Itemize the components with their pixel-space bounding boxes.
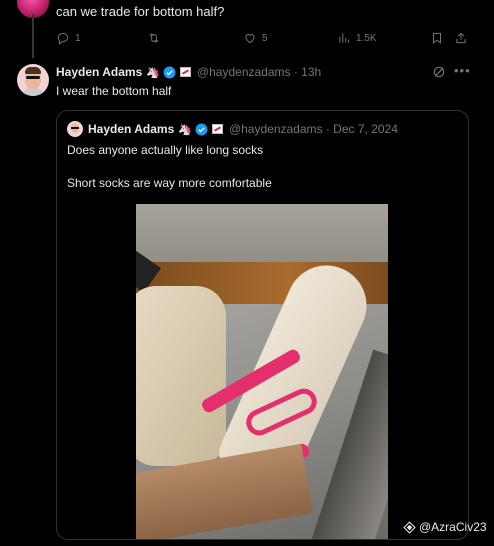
unicorn-emoji-icon: 🦄	[146, 66, 160, 79]
like-count: 5	[262, 32, 268, 44]
views-button[interactable]: 1.5K	[337, 31, 377, 45]
watermark-text: @AzraCiv23	[419, 520, 487, 534]
tweet-header: Hayden Adams 🦄 @haydenzadams · 13h	[56, 65, 321, 79]
author-handle-time[interactable]: @haydenzadams · 13h	[197, 65, 321, 79]
quoted-tweet-photo[interactable]	[136, 204, 388, 539]
more-icon[interactable]: •••	[454, 63, 471, 78]
heart-icon	[245, 34, 255, 44]
bookmark-button[interactable]	[430, 31, 444, 45]
quoted-tweet-card[interactable]: Hayden Adams 🦄 @haydenzadams · Dec 7, 20…	[56, 110, 469, 540]
quoted-tweet-text-line-1: Does anyone actually like long socks	[67, 143, 264, 157]
bookmark-icon	[433, 32, 441, 44]
author-avatar[interactable]	[17, 64, 49, 96]
quoted-author-avatar[interactable]	[67, 121, 83, 137]
author-name[interactable]: Hayden Adams	[56, 65, 142, 79]
verified-badge-icon	[195, 123, 208, 135]
reply-count: 1	[75, 32, 81, 44]
reply-icon	[57, 32, 69, 45]
grok-icon[interactable]	[432, 65, 446, 79]
views-count: 1.5K	[356, 32, 377, 44]
previous-reply-text: can we trade for bottom half?	[56, 4, 225, 19]
affiliate-badge-icon	[179, 67, 191, 77]
watermark: @AzraCiv23	[403, 520, 487, 534]
quoted-author-handle-time[interactable]: @haydenzadams · Dec 7, 2024	[229, 122, 398, 136]
like-button[interactable]: 5	[243, 31, 268, 45]
reply-button[interactable]: 1	[56, 31, 81, 45]
share-icon	[456, 32, 466, 44]
retweet-icon	[149, 33, 159, 43]
tweet-text: I wear the bottom half	[56, 84, 172, 98]
retweet-button[interactable]	[147, 31, 161, 45]
share-button[interactable]	[454, 31, 468, 45]
affiliate-badge-icon	[211, 124, 223, 134]
quoted-author-name[interactable]: Hayden Adams	[88, 122, 174, 136]
views-icon	[339, 33, 350, 43]
verified-badge-icon	[163, 66, 176, 78]
unicorn-emoji-icon: 🦄	[178, 123, 192, 136]
quoted-tweet-header: Hayden Adams 🦄 @haydenzadams · Dec 7, 20…	[88, 122, 398, 136]
thread-connector-line	[32, 14, 34, 58]
action-bar: 1 5 1.5K	[56, 31, 476, 47]
diamond-logo-icon	[403, 520, 416, 534]
quoted-tweet-text-line-2: Short socks are way more comfortable	[67, 176, 272, 190]
